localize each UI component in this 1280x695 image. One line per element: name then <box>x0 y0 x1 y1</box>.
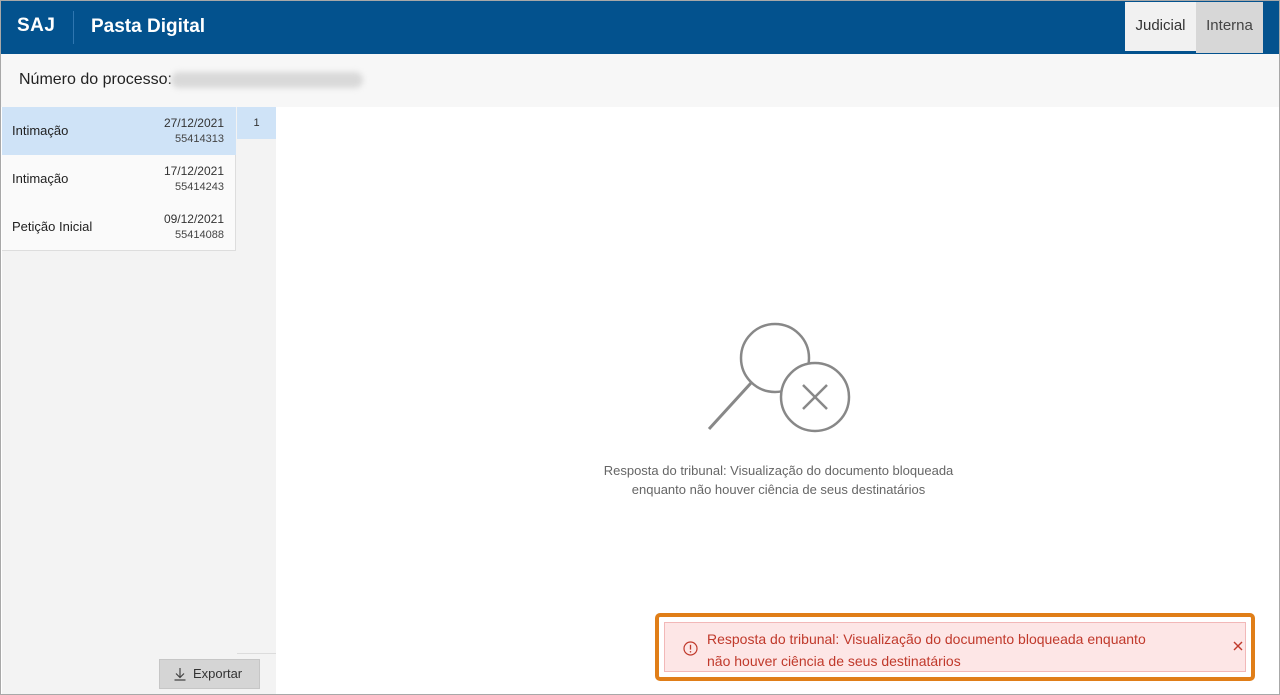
process-number-label: Número do processo: <box>19 71 172 88</box>
document-name: Petição Inicial <box>12 219 93 234</box>
tab-interna[interactable]: Interna <box>1196 2 1263 53</box>
document-name: Intimação <box>12 123 69 138</box>
document-date: 27/12/2021 <box>163 116 224 130</box>
close-icon[interactable] <box>1230 638 1246 654</box>
document-id: 55414243 <box>175 181 224 193</box>
page-number[interactable]: 1 <box>237 107 276 139</box>
empty-message-line: enquanto não houver ciência de seus dest… <box>631 482 926 497</box>
document-viewer: Resposta do tribunal: Visualização do do… <box>276 107 1279 694</box>
toast-highlight: Resposta do tribunal: Visualização do do… <box>655 613 1255 681</box>
empty-state-message: Resposta do tribunal: Visualização do do… <box>556 461 1001 499</box>
empty-message-line: Resposta do tribunal: Visualização do do… <box>603 463 954 478</box>
tab-judicial[interactable]: Judicial <box>1125 2 1196 53</box>
process-bar: Número do processo: <box>1 54 1279 107</box>
export-label: Exportar <box>193 666 243 681</box>
sidebar-divider <box>237 653 276 654</box>
toast-message-line: não houver ciência de seus destinatários <box>707 653 961 669</box>
app-window: SAJ Pasta Digital Judicial Interna Númer… <box>0 0 1280 695</box>
toast-message-line: Resposta do tribunal: Visualização do do… <box>707 631 1146 647</box>
top-header: SAJ Pasta Digital Judicial Interna <box>1 1 1279 54</box>
document-date: 17/12/2021 <box>163 164 224 178</box>
document-id: 55414313 <box>175 133 224 145</box>
error-toast: Resposta do tribunal: Visualização do do… <box>664 622 1246 672</box>
brand-logo[interactable]: SAJ <box>17 15 55 37</box>
process-number-redacted <box>171 72 363 88</box>
search-blocked-icon <box>707 322 851 433</box>
document-name: Intimação <box>12 171 69 186</box>
header-divider <box>73 11 74 44</box>
document-date: 09/12/2021 <box>163 212 224 226</box>
app-title: Pasta Digital <box>91 16 206 37</box>
document-item[interactable]: Intimação 27/12/2021 55414313 <box>2 107 236 155</box>
download-icon <box>174 668 186 681</box>
document-item[interactable]: Petição Inicial 09/12/2021 55414088 <box>2 203 236 251</box>
document-item[interactable]: Intimação 17/12/2021 55414243 <box>2 155 236 203</box>
document-list: Intimação 27/12/2021 55414313 Intimação … <box>2 107 236 251</box>
toast-message: Resposta do tribunal: Visualização do do… <box>707 628 1207 672</box>
export-button[interactable]: Exportar <box>159 659 260 689</box>
document-id: 55414088 <box>175 229 224 241</box>
document-sidebar: Intimação 27/12/2021 55414313 Intimação … <box>2 107 276 694</box>
alert-circle-icon <box>683 641 698 656</box>
